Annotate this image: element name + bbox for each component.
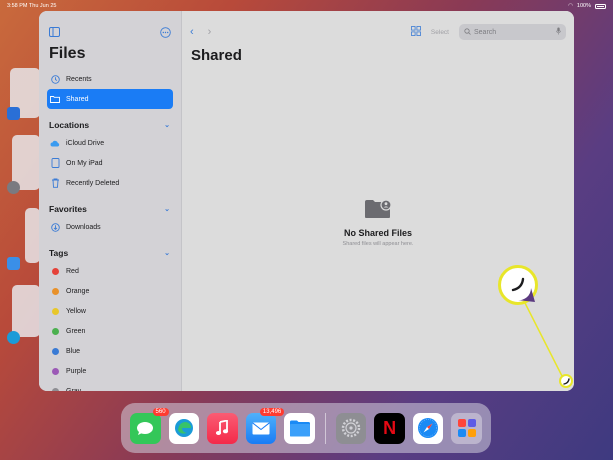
shared-folder-icon	[50, 94, 60, 104]
select-button[interactable]: Select	[431, 29, 449, 36]
background-app-card-4[interactable]	[12, 285, 40, 337]
sidebar-item-recently-deleted[interactable]: Recently Deleted	[47, 173, 173, 193]
sidebar-item-shared[interactable]: Shared	[47, 89, 173, 109]
toolbar: ‹ › Select Search	[182, 20, 574, 44]
background-app-icon-1[interactable]	[7, 107, 20, 120]
sidebar-item-downloads[interactable]: Downloads	[47, 217, 173, 237]
tag-color-dot-icon	[50, 306, 60, 316]
dock-separator	[324, 412, 326, 444]
sidebar-item-tag[interactable]: Purple	[47, 361, 173, 381]
section-title: Locations	[49, 120, 90, 130]
clock-icon	[50, 74, 60, 84]
chevron-down-icon: ⌄	[164, 206, 170, 213]
resize-corner-icon	[502, 269, 535, 302]
chevron-down-icon: ⌄	[164, 122, 170, 129]
safari-app-icon[interactable]	[412, 412, 444, 444]
mail-badge: 13,496	[259, 407, 285, 416]
background-app-card-3[interactable]	[25, 208, 40, 263]
settings-app-icon[interactable]	[7, 181, 20, 194]
sidebar-item-label: Orange	[66, 287, 90, 295]
shared-folder-large-icon	[364, 199, 392, 223]
messages-app-icon[interactable]: 560	[130, 407, 169, 444]
main-pane: ‹ › Select Search Shared No Shared Files…	[182, 11, 574, 391]
search-icon	[464, 27, 471, 37]
netflix-logo: N	[383, 417, 397, 438]
sidebar-item-label: Downloads	[66, 223, 101, 231]
sidebar-item-tag[interactable]: Green	[47, 321, 173, 341]
sidebar-item-label: Blue	[66, 347, 81, 355]
sidebar-item-recents[interactable]: Recents	[47, 69, 173, 89]
sidebar-item-label: iCloud Drive	[66, 139, 105, 147]
battery-icon	[595, 3, 606, 9]
sidebar-title: Files	[49, 45, 86, 62]
mail-app-icon-small[interactable]	[7, 257, 20, 270]
settings-app-icon[interactable]	[335, 412, 367, 444]
empty-state: No Shared Files Shared files will appear…	[182, 199, 574, 247]
status-time: 3:58 PM Thu Jun 25	[7, 3, 57, 9]
search-input[interactable]: Search	[459, 24, 566, 40]
sidebar-item-tag[interactable]: Blue	[47, 341, 173, 361]
sidebar-item-tag[interactable]: Yellow	[47, 301, 173, 321]
dock: 560 13,496 N	[121, 403, 491, 453]
files-window: Files Recents Shared Locations ⌄ iCloud …	[39, 11, 574, 391]
more-options-icon[interactable]	[160, 26, 171, 38]
section-title: Favorites	[49, 204, 87, 214]
locations-section-header[interactable]: Locations ⌄	[47, 117, 173, 133]
messages-badge: 560	[152, 407, 169, 416]
search-placeholder: Search	[474, 28, 497, 36]
empty-state-subtitle: Shared files will appear here.	[342, 241, 414, 247]
sidebar-item-label: Red	[66, 267, 79, 275]
tags-list: Red Orange Yellow Green Blue Purple Gray	[47, 261, 173, 391]
netflix-app-icon[interactable]: N	[374, 412, 405, 444]
sidebar-item-label: Recents	[66, 75, 92, 83]
sidebar-item-on-my-ipad[interactable]: On My iPad	[47, 153, 173, 173]
trash-icon	[50, 178, 60, 188]
files-app-icon[interactable]	[284, 412, 315, 444]
sidebar-item-label: Green	[66, 327, 86, 335]
sidebar-item-label: Recently Deleted	[66, 179, 120, 187]
tag-color-dot-icon	[50, 266, 60, 276]
page-title: Shared	[191, 47, 242, 64]
tag-color-dot-icon	[50, 366, 60, 376]
tag-color-dot-icon	[50, 386, 60, 391]
back-arrow-icon[interactable]: ‹	[190, 26, 194, 38]
sidebar-toggle-icon[interactable]	[49, 27, 60, 37]
chevron-down-icon: ⌄	[164, 250, 170, 257]
sidebar-item-tag[interactable]: Orange	[47, 281, 173, 301]
sidebar-item-label: Purple	[66, 367, 87, 375]
favorites-section-header[interactable]: Favorites ⌄	[47, 201, 173, 217]
sidebar-item-tag[interactable]: Gray	[47, 381, 173, 391]
sidebar-item-icloud-drive[interactable]: iCloud Drive	[47, 133, 173, 153]
section-title: Tags	[49, 248, 69, 258]
sidebar-item-label: Shared	[66, 95, 89, 103]
edge-app-icon-small[interactable]	[7, 331, 20, 344]
tags-section-header[interactable]: Tags ⌄	[47, 245, 173, 261]
forward-arrow-icon[interactable]: ›	[208, 26, 212, 38]
sidebar-item-tag[interactable]: Red	[47, 261, 173, 281]
cloud-icon	[50, 138, 60, 148]
tag-color-dot-icon	[50, 346, 60, 356]
sidebar: Files Recents Shared Locations ⌄ iCloud …	[39, 11, 182, 391]
battery-percent: 100%	[576, 3, 591, 9]
edge-app-icon[interactable]	[168, 412, 200, 444]
window-resize-handle[interactable]	[559, 374, 573, 388]
sidebar-item-label: On My iPad	[66, 159, 103, 167]
app-library-icon[interactable]	[451, 412, 483, 444]
music-app-icon[interactable]	[207, 412, 238, 444]
sidebar-item-label: Gray	[66, 387, 82, 392]
grid-view-icon[interactable]	[411, 25, 421, 39]
tag-color-dot-icon	[50, 326, 60, 336]
download-icon	[50, 222, 60, 232]
callout-magnifier	[498, 265, 538, 305]
wifi-icon: ◠	[568, 3, 573, 9]
sidebar-item-label: Yellow	[66, 307, 86, 315]
ipad-icon	[50, 158, 60, 168]
tag-color-dot-icon	[50, 286, 60, 296]
microphone-icon[interactable]	[556, 27, 561, 37]
mail-app-icon[interactable]: 13,496	[245, 407, 285, 444]
empty-state-title: No Shared Files	[343, 228, 413, 238]
